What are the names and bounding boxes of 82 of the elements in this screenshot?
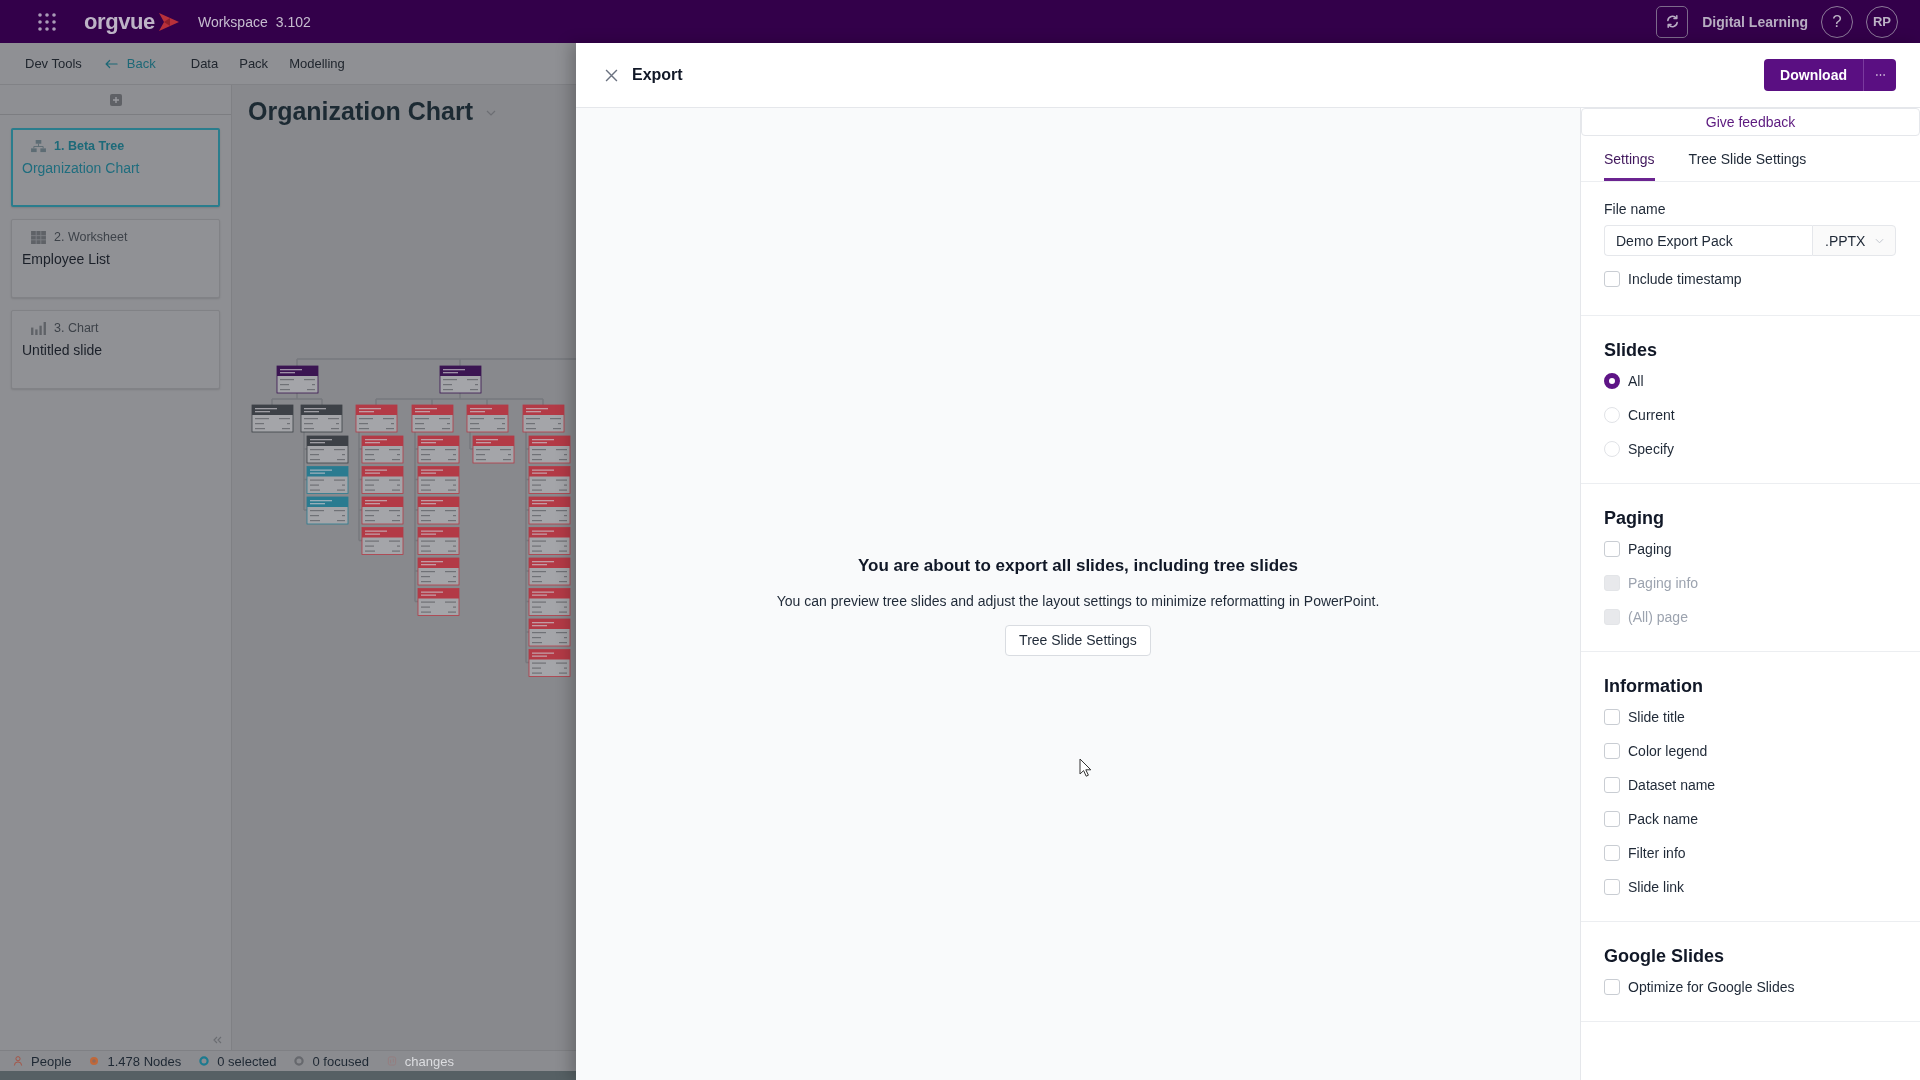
option-label: Dataset name xyxy=(1628,777,1716,793)
sync-button[interactable] xyxy=(1656,5,1689,38)
field-label: File name xyxy=(1604,200,1667,218)
app-grid-icon[interactable] xyxy=(37,11,57,32)
section-heading: Slides xyxy=(1604,339,1659,362)
option-label: Pack name xyxy=(1628,811,1699,827)
option-label: Current xyxy=(1628,407,1675,423)
option-label: Color legend xyxy=(1628,743,1708,759)
slide-title: Employee List xyxy=(22,250,110,268)
option-label: Optimize for Google Slides xyxy=(1628,979,1795,995)
brand-name: orgvue xyxy=(84,8,155,35)
close-button[interactable] xyxy=(605,68,618,82)
slide-title: Untitled slide xyxy=(22,341,103,359)
slide-card[interactable]: 2. Worksheet Employee List xyxy=(11,219,220,298)
section-heading: Google Slides xyxy=(1604,945,1726,968)
toolbar-menu-item[interactable]: Modelling xyxy=(289,56,345,71)
preview-heading: You are about to export all slides, including tree slides xyxy=(858,554,1298,577)
version-label: 3.102 xyxy=(275,13,311,30)
status-label: People xyxy=(31,1053,72,1069)
double-chevron-left-icon[interactable] xyxy=(212,1036,222,1044)
mouse-pointer-icon xyxy=(1079,758,1091,777)
option-label: All xyxy=(1628,373,1644,389)
preview-message: You can preview tree slides and adjust the layout settings to minimize reformatting in PowerPoint. xyxy=(776,591,1380,610)
toolbar-menu-item[interactable]: Data xyxy=(190,56,219,71)
checkbox[interactable] xyxy=(1604,541,1620,557)
horizontal-scrollbar[interactable] xyxy=(0,1071,576,1080)
option-label: Filter info xyxy=(1628,845,1686,861)
more-options-button[interactable] xyxy=(1864,59,1896,91)
file-name-field[interactable]: Demo Export Pack xyxy=(1604,225,1812,256)
slide-title: Organization Chart xyxy=(22,159,140,177)
workspace-label: Workspace xyxy=(197,13,268,30)
slide-type-label: 1. Beta Tree xyxy=(54,139,125,153)
status-label: 0 focused xyxy=(312,1053,369,1069)
checkbox[interactable] xyxy=(1604,777,1620,793)
organization-name: Digital Learning xyxy=(1702,13,1808,30)
triangle-logo-icon xyxy=(157,11,180,32)
status-label: 0 selected xyxy=(217,1053,277,1069)
node-dot-icon xyxy=(89,1056,100,1066)
chevron-down-icon[interactable] xyxy=(486,110,496,116)
checkbox[interactable] xyxy=(1604,811,1620,827)
arrow-left-icon xyxy=(104,58,118,69)
checkbox[interactable] xyxy=(1604,879,1620,895)
status-label: changes xyxy=(404,1053,454,1069)
option-label: Slide title xyxy=(1628,709,1685,725)
panel-title: Export xyxy=(632,66,683,84)
org-tree-icon xyxy=(31,139,46,153)
option-label: Slide link xyxy=(1628,879,1685,895)
slide-card[interactable]: 3. Chart Untitled slide xyxy=(11,310,220,389)
worksheet-icon xyxy=(31,230,46,244)
option-label: Paging xyxy=(1628,541,1672,557)
chart-title: Organization Chart xyxy=(248,96,473,126)
slide-type-label: 3. Chart xyxy=(54,321,99,335)
ring-icon xyxy=(294,1056,305,1066)
option-label: Specify xyxy=(1628,441,1674,457)
checkbox[interactable] xyxy=(1604,743,1620,759)
checkbox[interactable] xyxy=(1604,845,1620,861)
checkbox[interactable] xyxy=(1604,709,1620,725)
toolbar-menu-item[interactable]: Dev Tools xyxy=(25,56,82,71)
checkbox[interactable] xyxy=(1604,271,1620,287)
close-icon xyxy=(605,68,618,82)
toolbar-menu-item[interactable]: Pack xyxy=(239,56,269,71)
slide-type-label: 2. Worksheet xyxy=(54,230,128,244)
radio-button[interactable] xyxy=(1604,373,1620,389)
bar-chart-icon xyxy=(31,321,46,335)
option-label: (All) page xyxy=(1628,609,1688,625)
section-heading: Information xyxy=(1604,675,1704,698)
option-label: Include timestamp xyxy=(1628,271,1742,287)
person-icon xyxy=(13,1056,23,1066)
tab[interactable]: Tree Slide Settings xyxy=(1688,136,1807,181)
checkbox[interactable] xyxy=(1604,979,1620,995)
add-slide-icon[interactable] xyxy=(109,93,122,106)
tree-slide-settings-button[interactable]: Tree Slide Settings xyxy=(1005,624,1151,656)
tab[interactable]: Settings xyxy=(1604,136,1655,181)
ring-icon xyxy=(199,1056,210,1066)
refresh-icon xyxy=(1664,14,1680,29)
section-heading: Paging xyxy=(1604,507,1665,530)
chevron-down-icon xyxy=(1875,237,1885,244)
feedback-button[interactable]: Give feedback xyxy=(1581,108,1920,136)
option-label: Paging info xyxy=(1628,575,1699,591)
status-label: 1.478 Nodes xyxy=(107,1053,182,1069)
download-button[interactable]: Download xyxy=(1764,59,1864,91)
format-dropdown[interactable]: .PPTX xyxy=(1812,225,1896,256)
